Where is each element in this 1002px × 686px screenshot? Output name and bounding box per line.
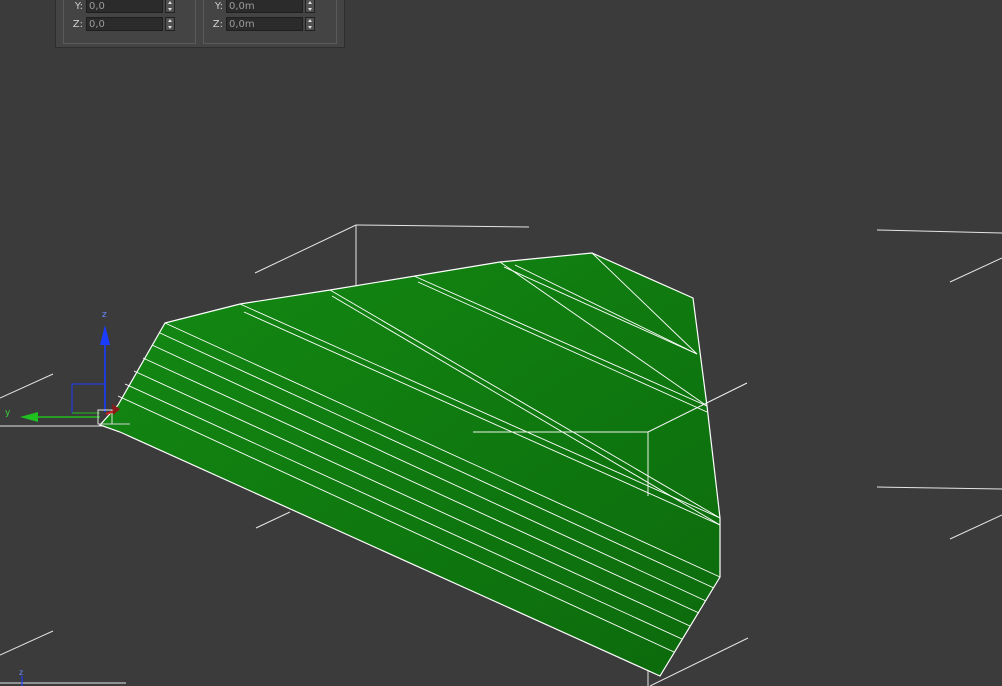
transform-typein-panel: Y: 0,0 Z: 0,0 Y: 0,0m Z: 0,0m	[55, 0, 345, 48]
offset-y-label: Y:	[214, 0, 223, 12]
scene-canvas[interactable]: z y z	[0, 0, 1002, 686]
move-gizmo[interactable]: z y	[5, 310, 130, 425]
absolute-y-spinner-icon[interactable]	[165, 0, 175, 13]
offset-z-label: Z:	[212, 18, 223, 30]
gizmo-y-arrow-icon[interactable]	[20, 412, 38, 422]
gizmo-z-label: z	[102, 310, 107, 320]
absolute-z-row: Z: 0,0	[70, 15, 175, 33]
gizmo-y-label: y	[5, 408, 11, 418]
offset-z-spinner-icon[interactable]	[305, 17, 315, 31]
absolute-z-label: Z:	[72, 18, 83, 30]
absolute-y-label: Y:	[74, 0, 83, 12]
gizmo-xy-plane-handle[interactable]	[71, 383, 105, 413]
tripod-z-label: z	[19, 668, 23, 677]
offset-y-field[interactable]: 0,0m	[226, 0, 303, 13]
gizmo-z-arrow-icon[interactable]	[100, 325, 110, 345]
offset-screen-group: Y: 0,0m Z: 0,0m	[203, 0, 337, 44]
offset-z-field[interactable]: 0,0m	[226, 17, 303, 31]
absolute-y-row: Y: 0,0	[70, 0, 175, 15]
absolute-z-spinner-icon[interactable]	[165, 17, 175, 31]
absolute-world-group: Y: 0,0 Z: 0,0	[63, 0, 196, 44]
viewport-perspective[interactable]: z y z Y: 0,0 Z: 0,0 Y: 0,0m Z: 0,0m	[0, 0, 1002, 686]
offset-y-row: Y: 0,0m	[210, 0, 315, 15]
absolute-z-field[interactable]: 0,0	[86, 17, 163, 31]
green-mesh[interactable]	[98, 252, 748, 677]
absolute-y-field[interactable]: 0,0	[86, 0, 163, 13]
offset-y-spinner-icon[interactable]	[305, 0, 315, 13]
offset-z-row: Z: 0,0m	[210, 15, 315, 33]
